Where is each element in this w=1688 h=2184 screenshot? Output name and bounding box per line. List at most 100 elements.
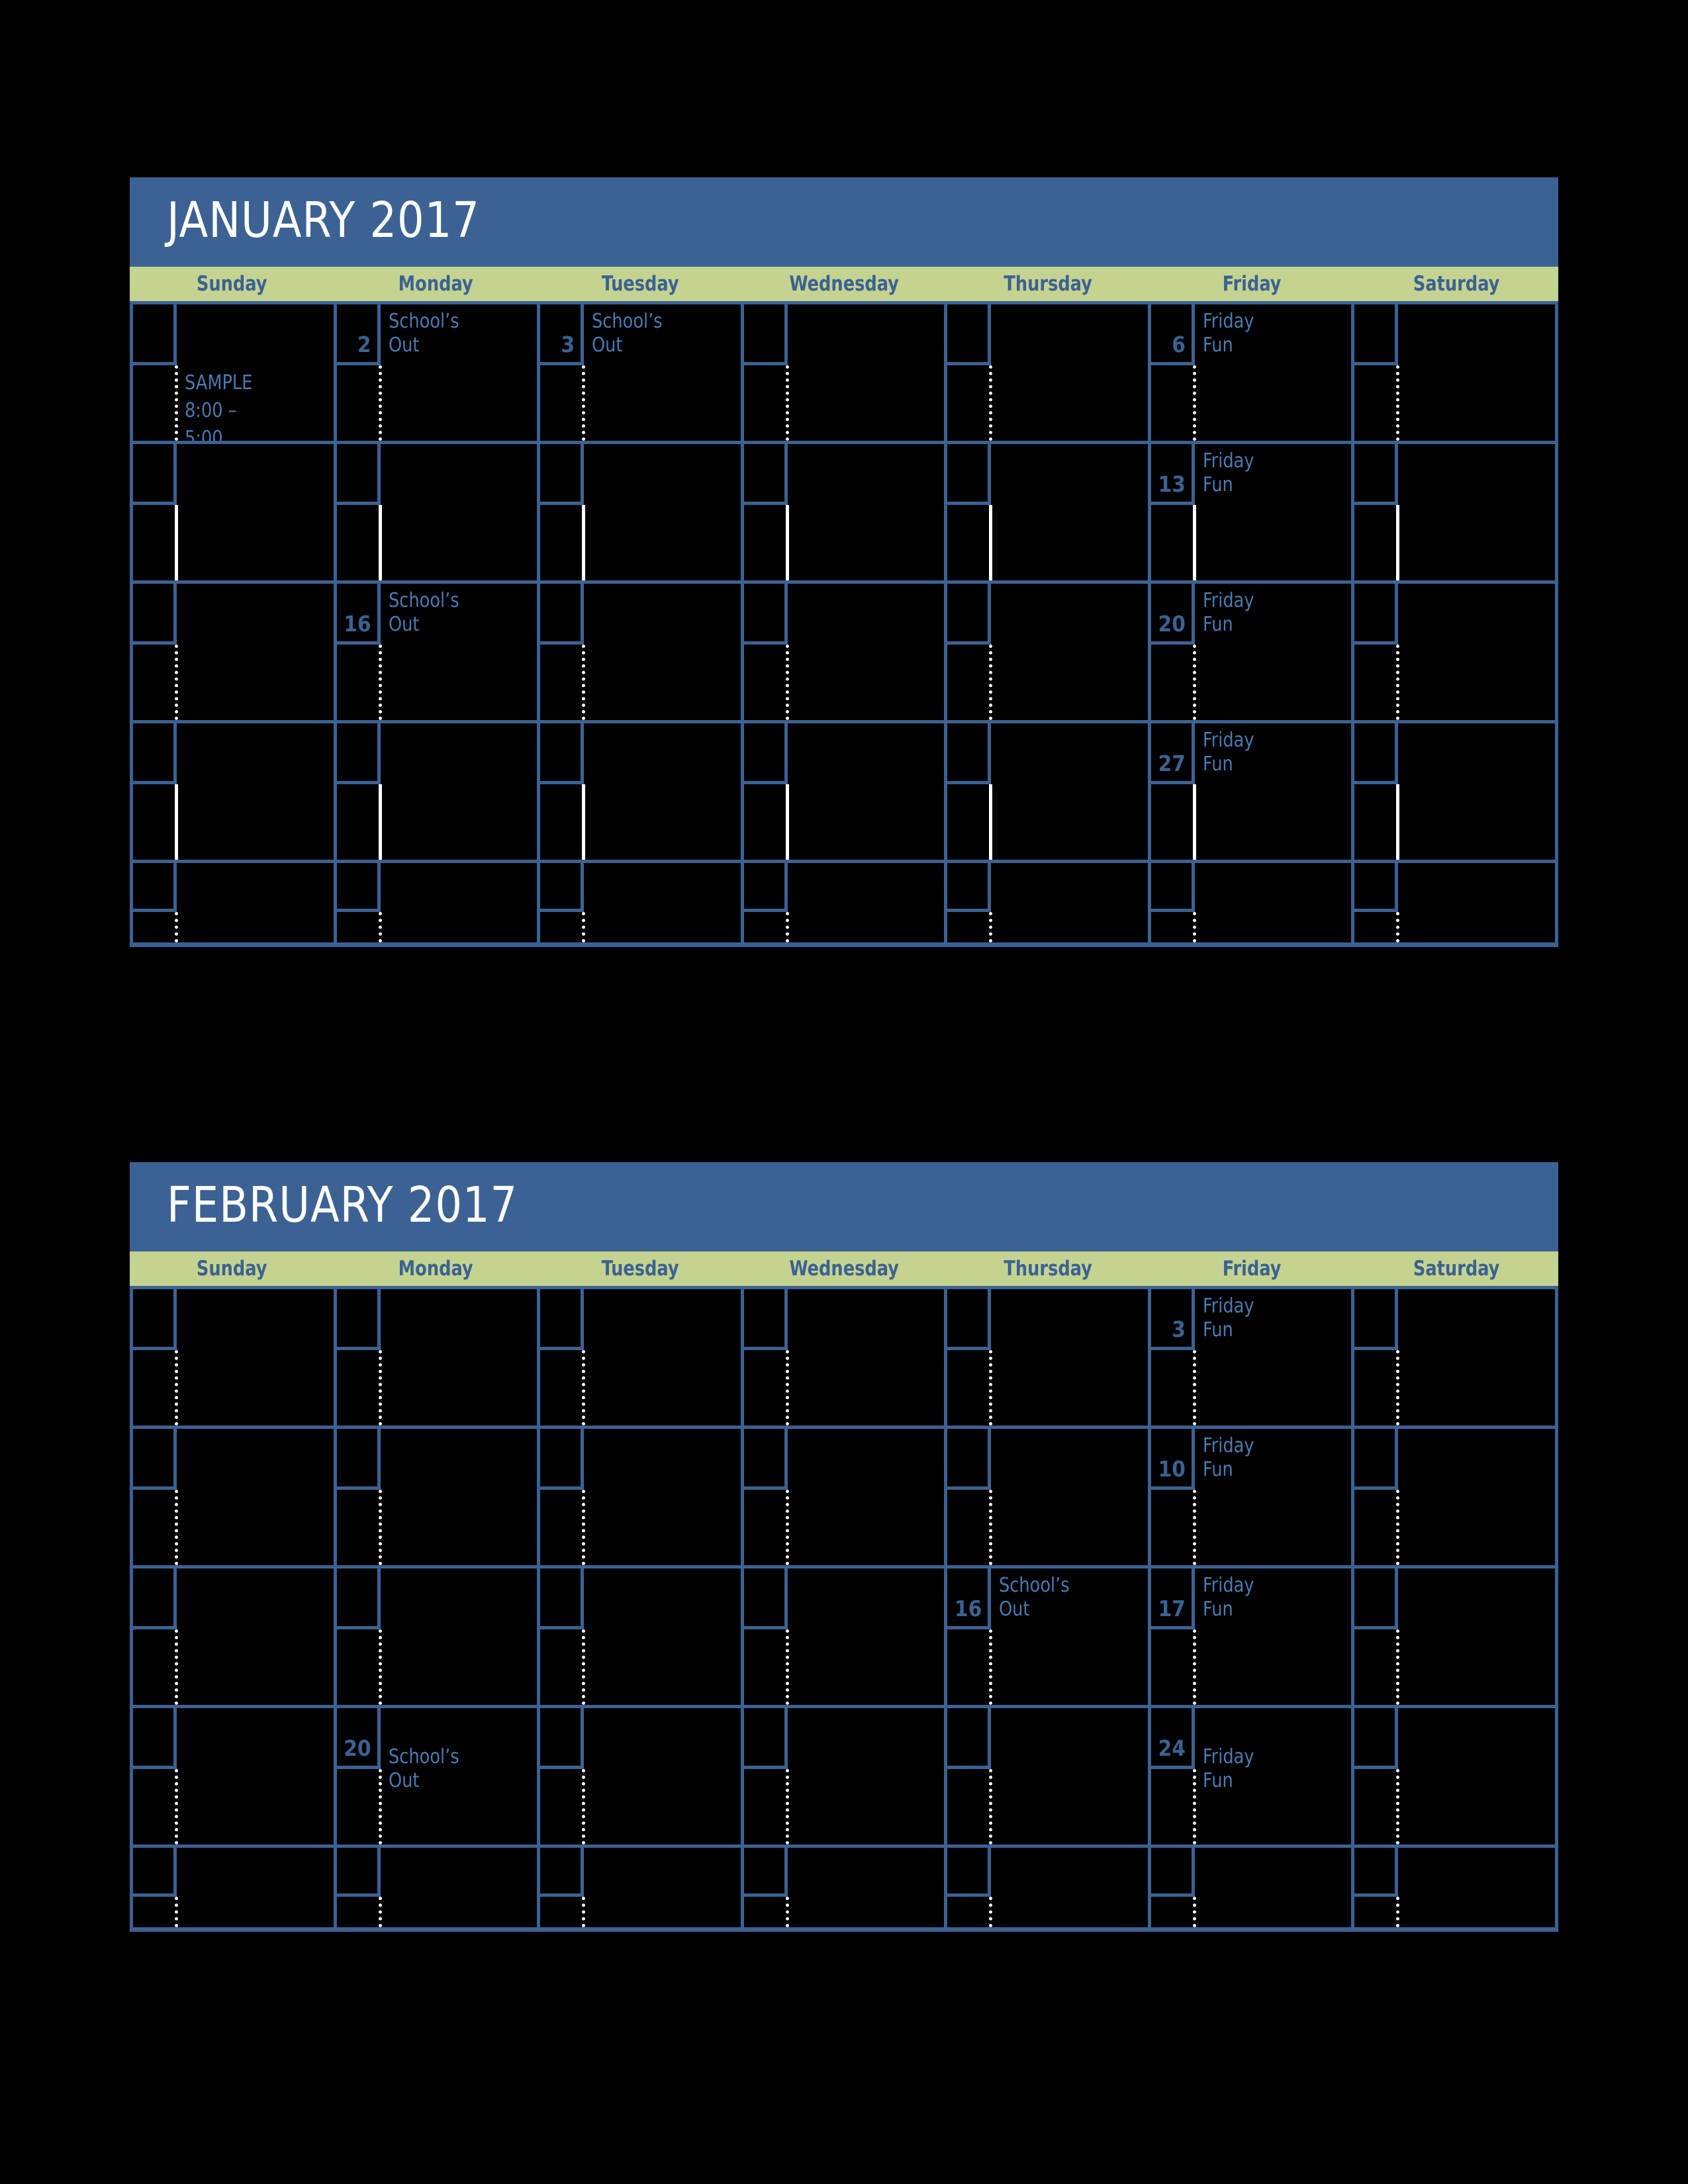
day-cell[interactable] — [1354, 444, 1555, 580]
day-cell[interactable] — [540, 1569, 744, 1705]
cell-guide-line — [785, 784, 789, 860]
day-event-text[interactable]: Friday Fun — [1203, 310, 1339, 357]
day-cell[interactable] — [540, 1848, 744, 1927]
day-cell[interactable] — [1354, 863, 1555, 942]
day-cell[interactable] — [133, 1848, 337, 1927]
day-cell[interactable] — [947, 723, 1151, 860]
day-cell[interactable] — [336, 1569, 541, 1705]
day-event-text[interactable]: Friday Fun — [1203, 1745, 1339, 1793]
day-cell[interactable] — [133, 1569, 337, 1705]
day-cell[interactable] — [743, 444, 948, 580]
day-cell[interactable] — [133, 863, 337, 942]
day-cell[interactable] — [1354, 1708, 1555, 1844]
day-cell[interactable] — [1354, 304, 1555, 441]
day-event-text[interactable]: School’s Out — [389, 310, 525, 357]
day-cell[interactable] — [1354, 1848, 1555, 1927]
day-cell[interactable]: 20 Friday Fun — [1150, 584, 1355, 720]
day-cell[interactable]: 13 Friday Fun — [1150, 444, 1355, 580]
day-event-text[interactable]: Friday Fun — [1203, 1574, 1339, 1621]
day-cell[interactable]: 20 School’s Out — [336, 1708, 541, 1844]
cell-guide-line — [582, 645, 586, 720]
day-cell[interactable]: 16 School’s Out — [947, 1569, 1151, 1705]
day-event-text[interactable]: Friday Fun — [1203, 1434, 1339, 1482]
day-number — [336, 444, 381, 505]
day-event-text[interactable]: School’s Out — [592, 310, 728, 357]
day-event-text[interactable]: Friday Fun — [1203, 1295, 1339, 1342]
cell-guide-line — [1396, 784, 1400, 860]
day-cell[interactable] — [336, 1848, 541, 1927]
cell-guide-line — [989, 645, 993, 720]
day-cell[interactable] — [133, 444, 337, 580]
day-cell[interactable] — [947, 304, 1151, 441]
day-cell[interactable] — [133, 723, 337, 860]
day-event-text[interactable]: School’s Out — [999, 1574, 1135, 1621]
day-event-text[interactable]: Friday Fun — [1203, 449, 1339, 497]
day-number: 3 — [540, 304, 585, 365]
day-cell[interactable] — [133, 1429, 337, 1565]
day-cell[interactable] — [743, 723, 948, 860]
day-number — [540, 584, 585, 645]
day-event-text[interactable]: School’s Out — [389, 589, 525, 637]
day-cell[interactable] — [743, 584, 948, 720]
day-cell[interactable] — [947, 444, 1151, 580]
day-cell[interactable] — [540, 584, 744, 720]
day-cell[interactable] — [743, 1289, 948, 1426]
day-number — [540, 1848, 585, 1897]
week-row: 20 School’s Out 24 Friday Fun — [133, 1708, 1555, 1848]
day-event-text[interactable]: Friday Fun — [1203, 589, 1339, 637]
day-cell[interactable] — [336, 1289, 541, 1426]
month-title: JANUARY 2017 — [167, 192, 480, 249]
day-cell[interactable] — [947, 1289, 1151, 1426]
day-cell[interactable]: 3 School’s Out — [540, 304, 744, 441]
day-cell[interactable] — [743, 304, 948, 441]
day-cell[interactable] — [1150, 1848, 1355, 1927]
day-cell[interactable] — [743, 863, 948, 942]
day-cell[interactable] — [1354, 584, 1555, 720]
day-number — [1354, 863, 1399, 912]
day-cell[interactable]: 24 Friday Fun — [1150, 1708, 1355, 1844]
day-cell[interactable] — [1354, 1429, 1555, 1565]
cell-guide-line — [1192, 1490, 1196, 1565]
day-cell[interactable] — [1354, 1569, 1555, 1705]
cell-guide-line — [1396, 912, 1400, 942]
day-cell[interactable]: 3 Friday Fun — [1150, 1289, 1355, 1426]
day-cell[interactable] — [1354, 723, 1555, 860]
day-cell[interactable] — [1150, 863, 1355, 942]
day-cell[interactable]: 17 Friday Fun — [1150, 1569, 1355, 1705]
day-cell[interactable] — [133, 584, 337, 720]
day-cell[interactable] — [743, 1569, 948, 1705]
day-cell[interactable] — [540, 1289, 744, 1426]
day-cell[interactable] — [336, 723, 541, 860]
day-cell[interactable] — [133, 1708, 337, 1844]
day-cell[interactable] — [540, 723, 744, 860]
cell-guide-line — [582, 1897, 586, 1927]
day-cell[interactable] — [743, 1429, 948, 1565]
day-cell[interactable] — [947, 1848, 1151, 1927]
day-cell[interactable] — [540, 1708, 744, 1844]
day-cell[interactable] — [336, 1429, 541, 1565]
day-cell[interactable] — [947, 1708, 1151, 1844]
day-cell[interactable] — [133, 1289, 337, 1426]
day-cell[interactable] — [947, 584, 1151, 720]
day-cell[interactable] — [336, 863, 541, 942]
day-cell[interactable] — [1354, 1289, 1555, 1426]
cell-guide-line — [1396, 505, 1400, 580]
day-event-text[interactable]: Friday Fun — [1203, 729, 1339, 776]
day-cell[interactable] — [540, 1429, 744, 1565]
month-title-bar: FEBRUARY 2017 — [130, 1162, 1558, 1248]
day-cell[interactable] — [540, 444, 744, 580]
day-cell[interactable]: 16 School’s Out — [336, 584, 541, 720]
day-cell[interactable] — [540, 863, 744, 942]
day-cell[interactable]: SAMPLE 8:00 – 5:00 — [133, 304, 337, 441]
day-cell[interactable] — [947, 1429, 1151, 1565]
day-cell[interactable] — [336, 444, 541, 580]
day-cell[interactable]: 10 Friday Fun — [1150, 1429, 1355, 1565]
day-number: 6 — [1150, 304, 1195, 365]
day-event-text[interactable]: School’s Out — [389, 1745, 525, 1793]
day-cell[interactable]: 6 Friday Fun — [1150, 304, 1355, 441]
day-cell[interactable]: 27 Friday Fun — [1150, 723, 1355, 860]
day-cell[interactable] — [947, 863, 1151, 942]
day-cell[interactable] — [743, 1708, 948, 1844]
day-cell[interactable]: 2 School’s Out — [336, 304, 541, 441]
day-cell[interactable] — [743, 1848, 948, 1927]
